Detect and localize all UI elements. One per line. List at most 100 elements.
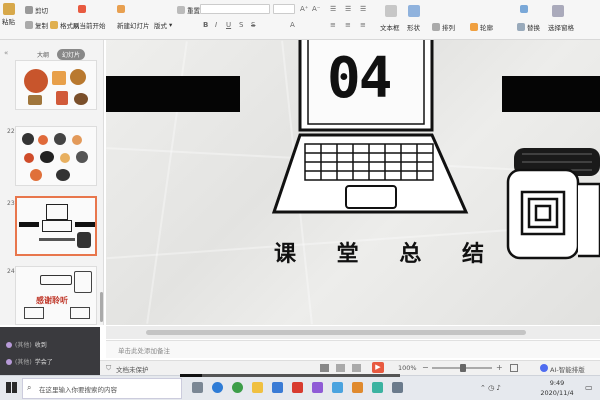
zoom-in-icon[interactable]: + bbox=[496, 363, 503, 372]
sushi-image bbox=[56, 169, 70, 181]
align-center-icon[interactable]: ≡ bbox=[345, 21, 351, 29]
text-box-label: 文本框 bbox=[380, 24, 400, 32]
paste-button[interactable]: 粘贴 bbox=[2, 3, 15, 26]
align-right-icon[interactable]: ≡ bbox=[360, 21, 366, 29]
numbering-icon[interactable]: ☰ bbox=[345, 5, 351, 13]
collapse-panel-icon[interactable]: « bbox=[4, 49, 8, 57]
notes-pane[interactable]: 单击此处添加备注 bbox=[106, 340, 600, 358]
slide-thumbnail-21[interactable] bbox=[15, 60, 97, 110]
font-color-icon[interactable]: A bbox=[290, 21, 295, 29]
reset-button[interactable]: 重置 bbox=[177, 5, 200, 15]
tab-outline[interactable]: 大纲 bbox=[32, 49, 54, 60]
ai-layout-button[interactable]: AI-智能排版 bbox=[550, 364, 585, 374]
task-view-icon[interactable] bbox=[192, 382, 203, 393]
slide-thumbnail-22[interactable] bbox=[15, 126, 97, 186]
copy-button[interactable]: 复制 bbox=[25, 20, 48, 30]
strikethrough-icon[interactable]: S bbox=[251, 21, 255, 29]
wps-icon[interactable] bbox=[292, 382, 303, 393]
taskbar-search-box[interactable]: ⌕ 在这里输入你要搜索的内容 bbox=[22, 378, 182, 399]
layout-button[interactable]: 版式 ▾ bbox=[154, 20, 172, 30]
cut-button[interactable]: 剪切 bbox=[25, 5, 48, 15]
text-box-icon bbox=[385, 5, 397, 17]
tab-slides[interactable]: 幻灯片 bbox=[57, 49, 86, 60]
app-icon[interactable] bbox=[352, 382, 363, 393]
slide-thumbnail-23[interactable] bbox=[15, 196, 97, 256]
indent-icon[interactable]: ☰ bbox=[360, 5, 366, 13]
zoom-out-icon[interactable]: − bbox=[422, 363, 429, 372]
find-icon-button[interactable] bbox=[520, 5, 528, 13]
canvas-hscroll-thumb[interactable] bbox=[146, 330, 526, 335]
chrome-icon[interactable] bbox=[232, 382, 243, 393]
canvas-hscroll-track[interactable] bbox=[106, 326, 600, 339]
align-left-icon[interactable]: ≡ bbox=[330, 21, 336, 29]
tray-icons[interactable]: ⌃ ◷ ♪ bbox=[480, 384, 501, 392]
font-name-select[interactable] bbox=[200, 4, 270, 14]
shadow-icon[interactable]: S bbox=[239, 21, 243, 29]
protection-status[interactable]: 文档未保护 bbox=[116, 364, 149, 374]
app-icon[interactable] bbox=[392, 382, 403, 393]
system-clock[interactable]: 9:49 2020/11/4 bbox=[532, 378, 582, 398]
video-progress-bar[interactable] bbox=[180, 374, 400, 377]
new-slide-button[interactable]: 新建幻灯片 bbox=[117, 20, 150, 30]
outline-button[interactable]: 轮廓 bbox=[470, 22, 493, 32]
slide-canvas[interactable]: 04 课 堂 总 结 bbox=[106, 40, 600, 325]
food-pizza-image bbox=[24, 69, 48, 93]
search-placeholder: 在这里输入你要搜索的内容 bbox=[39, 386, 117, 394]
view-sorter-icon[interactable] bbox=[336, 364, 345, 372]
underline-icon[interactable]: U bbox=[226, 21, 231, 29]
select-pane-label: 选择窗格 bbox=[548, 24, 574, 32]
copy-icon bbox=[25, 21, 33, 29]
select-pane-button[interactable]: 选择窗格 bbox=[548, 22, 574, 32]
notifications-icon[interactable]: ▭ bbox=[585, 383, 593, 392]
font-decrease-icon[interactable]: A⁻ bbox=[312, 5, 320, 13]
slide-title-char: 堂 bbox=[336, 241, 359, 267]
play-from-current-button[interactable] bbox=[78, 5, 86, 13]
replace-label: 替换 bbox=[527, 24, 540, 32]
view-normal-icon[interactable] bbox=[320, 364, 329, 372]
panel-scrollbar[interactable] bbox=[100, 292, 103, 322]
arrange-button[interactable]: 排列 bbox=[432, 22, 455, 32]
text-box-icon-button[interactable] bbox=[385, 5, 397, 17]
text-box-button[interactable]: 文本框 bbox=[380, 22, 400, 32]
reset-label: 重置 bbox=[187, 7, 200, 15]
slide-thumbnail-24[interactable]: 感谢聆听 bbox=[15, 266, 97, 325]
app-icon[interactable] bbox=[312, 382, 323, 393]
view-reading-icon[interactable] bbox=[352, 364, 361, 372]
mail-icon[interactable] bbox=[272, 382, 283, 393]
video-progress-fill bbox=[180, 374, 202, 377]
slide-number-text: 04 bbox=[327, 46, 392, 111]
thumb-sketch-image bbox=[70, 307, 90, 319]
app-icon[interactable] bbox=[372, 382, 383, 393]
shape-icon-button[interactable] bbox=[408, 5, 420, 17]
fit-window-icon[interactable] bbox=[510, 364, 518, 372]
play-icon bbox=[78, 5, 86, 13]
new-slide-icon-button[interactable] bbox=[117, 5, 125, 13]
food-fries-image bbox=[52, 71, 66, 85]
app-icon[interactable] bbox=[332, 382, 343, 393]
edge-browser-icon[interactable] bbox=[212, 382, 223, 393]
file-explorer-icon[interactable] bbox=[252, 382, 263, 393]
ai-icon bbox=[540, 364, 548, 372]
slide-thumbnail-panel: « 大纲 幻灯片 22 23 24 感谢聆听 bbox=[0, 40, 104, 325]
play-slideshow-icon[interactable]: ▶ bbox=[372, 362, 384, 373]
new-slide-icon bbox=[117, 5, 125, 13]
avatar bbox=[6, 341, 12, 348]
bold-icon[interactable]: B bbox=[203, 21, 208, 29]
slide-title: 课 堂 总 结 bbox=[274, 236, 484, 268]
font-increase-icon[interactable]: A⁺ bbox=[300, 5, 308, 13]
bullets-icon[interactable]: ☰ bbox=[330, 5, 336, 13]
select-pane-icon-button[interactable] bbox=[552, 5, 564, 17]
replace-button[interactable]: 替换 bbox=[517, 22, 540, 32]
replace-icon bbox=[517, 23, 525, 31]
search-icon: ⌕ bbox=[27, 383, 32, 392]
zoom-slider[interactable] bbox=[432, 364, 492, 372]
font-size-select[interactable] bbox=[273, 4, 295, 14]
play-from-current-label-button[interactable]: 从当前开始 bbox=[73, 20, 106, 30]
zoom-level[interactable]: 100% bbox=[398, 364, 417, 372]
zoom-slider-thumb[interactable] bbox=[460, 364, 466, 372]
outline-label: 轮廓 bbox=[480, 24, 493, 32]
italic-icon[interactable]: I bbox=[215, 21, 217, 29]
shape-button[interactable]: 形状 bbox=[407, 22, 420, 32]
cut-label: 剪切 bbox=[35, 7, 48, 15]
windows-start-icon[interactable] bbox=[6, 382, 17, 393]
